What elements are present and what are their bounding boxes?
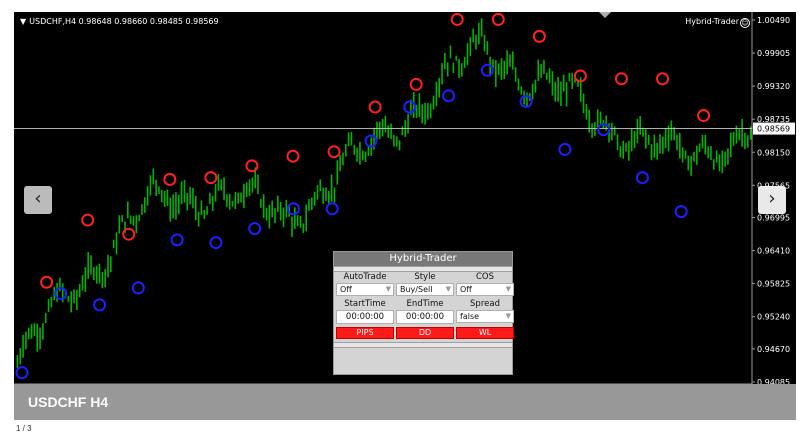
endtime-input[interactable]: 00:00:00 [396, 310, 454, 324]
buy-signal-circle[interactable] [480, 63, 494, 77]
buy-signal-circle[interactable] [93, 298, 107, 312]
starttime-input[interactable]: 00:00:00 [336, 310, 394, 324]
pips-button[interactable]: PIPS [336, 327, 394, 339]
y-tick-label: 0.99320 [757, 82, 790, 91]
sell-signal-circle[interactable] [450, 12, 464, 26]
style-label: Style [414, 272, 436, 282]
symbol-header: ▼ USDCHF,H4 0.98648 0.98660 0.98485 0.985… [20, 17, 219, 26]
style-value: Buy/Sell [400, 285, 433, 294]
caption-bar: USDCHF H4 [14, 384, 796, 420]
symbol-quote-text: USDCHF,H4 0.98648 0.98660 0.98485 0.9856… [29, 17, 219, 26]
autotrade-select[interactable]: Off ▼ [336, 283, 394, 296]
cos-select[interactable]: Off ▼ [456, 283, 514, 296]
buy-signal-circle[interactable] [635, 171, 649, 185]
shift-marker-icon[interactable] [599, 12, 611, 18]
brand-tag: Hybrid-Trader ☺ [685, 17, 750, 28]
y-tick-label: 0.95240 [757, 313, 790, 322]
y-tick-label: 0.96995 [757, 214, 790, 223]
panel-settings-row-1: AutoTrade Style COS Off ▼ Buy/Sell ▼ Off ▼ [334, 272, 514, 296]
dropdown-arrow-icon: ▼ [385, 285, 391, 293]
sell-signal-circle[interactable] [697, 109, 711, 123]
dropdown-arrow-icon: ▼ [505, 312, 511, 320]
chevron-left-icon: ‹ [34, 188, 42, 209]
panel-title[interactable]: Hybrid-Trader [334, 252, 512, 266]
buy-signal-circle[interactable] [131, 281, 145, 295]
y-tick-label: 0.94670 [757, 345, 790, 354]
buy-signal-circle[interactable] [442, 89, 456, 103]
y-tick-label: 1.00490 [757, 16, 790, 25]
sell-signal-circle[interactable] [163, 172, 177, 186]
triangle-down-icon[interactable]: ▼ [20, 17, 26, 26]
y-tick-label: 0.95825 [757, 280, 790, 289]
sell-signal-circle[interactable] [368, 100, 382, 114]
sell-signal-circle[interactable] [491, 12, 505, 26]
caption-title: USDCHF H4 [28, 394, 109, 410]
endtime-label: EndTime [406, 299, 444, 309]
sell-signal-circle[interactable] [286, 149, 300, 163]
wl-button[interactable]: WL [456, 327, 514, 339]
panel-resize-handle[interactable]: ˙ [334, 342, 512, 348]
sell-signal-circle[interactable] [614, 72, 628, 86]
sell-signal-circle[interactable] [532, 29, 546, 43]
autotrade-label: AutoTrade [343, 272, 387, 282]
current-price-label: 0.98569 [757, 125, 790, 134]
cos-label: COS [475, 272, 495, 282]
buy-signal-circle[interactable] [519, 94, 533, 108]
sell-signal-circle[interactable] [81, 213, 95, 227]
chevron-right-icon: › [768, 188, 776, 209]
buy-signal-circle[interactable] [170, 233, 184, 247]
panel-settings-row-2: StartTime EndTime Spread 00:00:00 00:00:… [334, 299, 514, 324]
sell-signal-circle[interactable] [409, 77, 423, 91]
spread-value: false [460, 312, 480, 321]
y-tick-label: 0.98150 [757, 148, 790, 157]
brand-text: Hybrid-Trader [685, 17, 739, 26]
buy-signal-circle[interactable] [558, 142, 572, 156]
sell-signal-circle[interactable] [245, 159, 259, 173]
starttime-label: StartTime [344, 299, 386, 309]
y-tick-label: 0.96410 [757, 247, 790, 256]
hybrid-trader-panel[interactable]: Hybrid-Trader ˙ AutoTrade Style COS Off ▼… [333, 251, 514, 375]
smiley-icon: ☺ [740, 18, 750, 28]
style-select[interactable]: Buy/Sell ▼ [396, 283, 454, 296]
sell-signal-circle[interactable] [204, 171, 218, 185]
sell-signal-circle[interactable] [327, 145, 341, 159]
sell-signal-circle[interactable] [40, 275, 54, 289]
dropdown-arrow-icon: ▼ [445, 285, 451, 293]
spread-select[interactable]: false ▼ [456, 310, 514, 323]
buy-signal-circle[interactable] [674, 205, 688, 219]
page-counter: 1 / 3 [16, 424, 32, 432]
sell-signal-circle[interactable] [122, 227, 136, 241]
sell-signal-circle[interactable] [656, 72, 670, 86]
buy-signal-circle[interactable] [15, 366, 29, 380]
dd-button[interactable]: DD [396, 327, 454, 339]
buy-signal-circle[interactable] [248, 222, 262, 236]
chart-window[interactable]: 1.004900.999050.993200.987350.981500.975… [14, 12, 796, 404]
spread-label: Spread [470, 299, 500, 309]
next-slide-button[interactable]: › [758, 186, 786, 214]
dropdown-arrow-icon: ▼ [505, 285, 511, 293]
buy-signal-circle[interactable] [325, 202, 339, 216]
y-tick-label: 0.99905 [757, 49, 790, 58]
buy-signal-circle[interactable] [209, 236, 223, 250]
cos-value: Off [460, 285, 472, 294]
panel-buttons-row: PIPS DD WL [334, 327, 514, 339]
slideshow-stage: 1.004900.999050.993200.987350.981500.975… [0, 0, 805, 432]
prev-slide-button[interactable]: ‹ [24, 186, 52, 214]
autotrade-value: Off [340, 285, 352, 294]
